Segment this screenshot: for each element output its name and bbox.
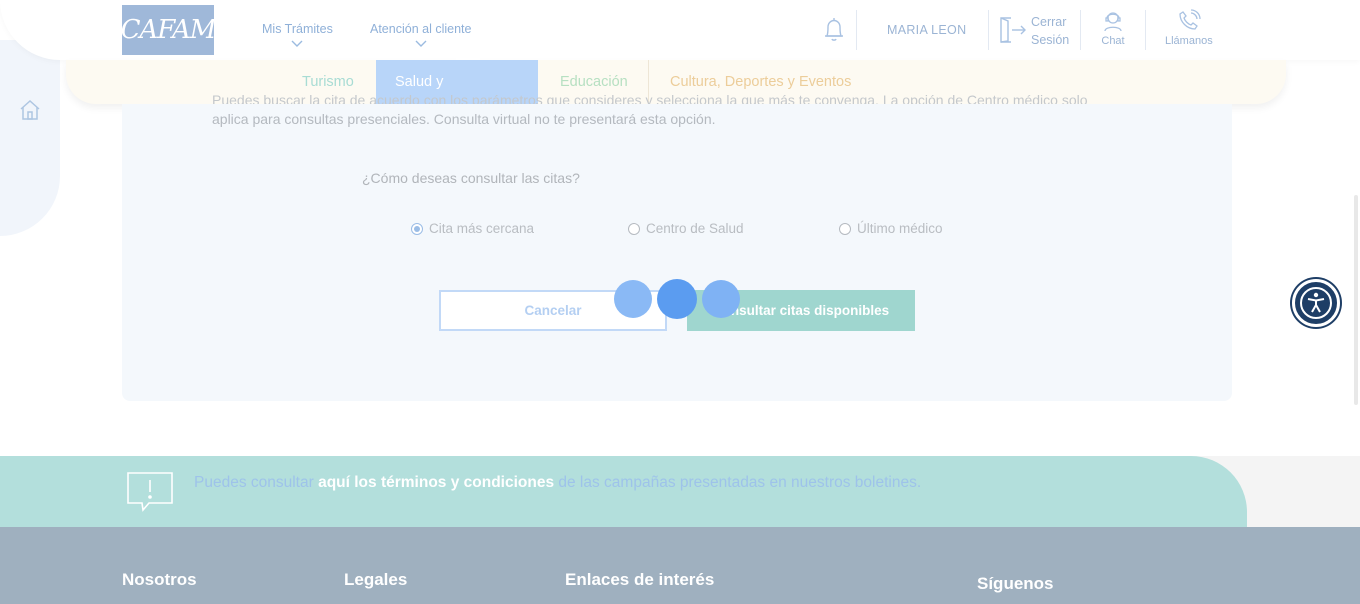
divider	[1145, 10, 1146, 50]
divider	[988, 10, 989, 50]
accessibility-icon	[1300, 287, 1332, 319]
cafam-logo[interactable]: CAFAM	[120, 5, 217, 55]
radio-button[interactable]	[839, 222, 851, 235]
side-rail	[0, 40, 60, 236]
banner-text-pre: Puedes consultar	[194, 474, 319, 491]
intro-line-clipped: Puedes buscar la cita de acuerdo con los…	[212, 91, 1152, 104]
radio-label: Centro de Salud	[646, 221, 744, 236]
terms-link[interactable]: aquí los términos y condiciones	[318, 474, 554, 491]
nav-label: Mis Trámites	[262, 22, 333, 36]
call-label[interactable]: Llámanos	[1165, 35, 1213, 47]
nav-mis-tramites[interactable]: Mis Trámites	[262, 22, 333, 48]
logout-line2: Sesión	[1031, 33, 1070, 47]
logout-icon[interactable]	[997, 16, 1027, 44]
user-name[interactable]: MARIA LEON	[887, 23, 966, 37]
phone-icon[interactable]	[1176, 9, 1202, 33]
scrollbar-thumb[interactable]	[1354, 195, 1358, 405]
page: CAFAM Mis Trámites Atención al cliente M…	[0, 0, 1360, 604]
banner-text: Puedes consultar aquí los términos y con…	[194, 474, 921, 492]
radio-label: Cita más cercana	[429, 221, 535, 236]
radio-cita-mas-cercana[interactable]: Cita más cercana	[411, 221, 534, 236]
logo-text: CAFAM	[120, 15, 217, 45]
logout-line1: Cerrar	[1031, 15, 1067, 29]
divider	[856, 10, 857, 50]
banner-text-post: de las campañas presentadas en nuestros …	[554, 474, 922, 491]
radio-ultimo-medico[interactable]: Último médico	[839, 221, 943, 236]
intro-line: aplica para consultas presenciales. Cons…	[212, 111, 716, 127]
home-icon[interactable]	[18, 98, 42, 122]
loader-dot	[702, 280, 740, 318]
divider	[1080, 10, 1081, 50]
accessibility-button[interactable]	[1292, 279, 1340, 327]
chat-label[interactable]: Chat	[1101, 35, 1125, 47]
loader-dot	[657, 279, 697, 319]
chevron-down-icon	[291, 40, 303, 47]
radio-button[interactable]	[628, 222, 640, 235]
question-label: ¿Cómo deseas consultar las citas?	[362, 170, 580, 186]
logout-button[interactable]: Cerrar Sesión	[1031, 13, 1069, 49]
footer-heading-legales: Legales	[344, 570, 408, 589]
chat-agent-icon[interactable]	[1101, 9, 1125, 33]
chevron-down-icon	[415, 40, 427, 47]
active-tab-marker	[456, 54, 480, 60]
radio-label: Último médico	[857, 221, 943, 236]
footer-heading-siguenos: Síguenos	[977, 574, 1054, 593]
loader-dot	[614, 280, 652, 318]
nav-atencion-cliente[interactable]: Atención al cliente	[370, 22, 471, 48]
footer-heading-enlaces: Enlaces de interés	[565, 570, 715, 589]
radio-button[interactable]	[411, 222, 423, 235]
bell-icon[interactable]	[822, 16, 846, 44]
nav-label: Atención al cliente	[370, 22, 472, 36]
radio-centro-de-salud[interactable]: Centro de Salud	[628, 221, 744, 236]
alert-bubble-icon	[127, 472, 173, 512]
footer: Nosotros Legales Enlaces de interés Sígu…	[0, 527, 1360, 604]
appointment-search-card: Puedes buscar la cita de acuerdo con los…	[122, 104, 1232, 401]
intro-line-text: Puedes buscar la cita de acuerdo con los…	[212, 92, 1088, 104]
footer-heading-nosotros: Nosotros	[122, 570, 197, 589]
top-header: CAFAM Mis Trámites Atención al cliente M…	[0, 0, 1360, 60]
